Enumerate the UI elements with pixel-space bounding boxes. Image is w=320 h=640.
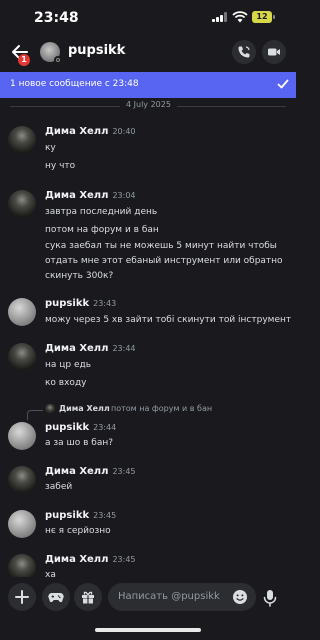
author-name[interactable]: pupsikk <box>45 422 89 433</box>
message-text: скинуть 300к? <box>45 271 114 281</box>
reply-connector <box>27 410 43 420</box>
emoji-icon[interactable] <box>232 589 248 605</box>
battery-indicator: 12 <box>252 11 275 23</box>
message-time: 20:40 <box>112 127 136 136</box>
message-text: сука заебал ты не можешь 5 минут найти ч… <box>45 241 277 251</box>
input-placeholder: Написать @pupsikk <box>118 591 220 602</box>
signal-icon <box>212 12 228 22</box>
message-time: 23:45 <box>112 467 136 476</box>
check-icon[interactable] <box>276 77 290 91</box>
message-composer: Написать @pupsikk <box>0 577 296 640</box>
author-name[interactable]: pupsikk <box>45 510 89 521</box>
message-time: 23:43 <box>93 299 117 308</box>
banner-text: 1 новое сообщение с 23:48 <box>10 79 139 89</box>
reply-author: Дима Хелл <box>59 404 110 413</box>
message-author[interactable]: Дима Хелл 23:44 <box>45 343 136 354</box>
message-time: 23:04 <box>112 191 136 200</box>
message-author[interactable]: pupsikk 23:45 <box>45 510 116 521</box>
plus-icon <box>15 590 29 604</box>
chat-header: 1 pupsikk › <box>0 36 296 72</box>
message-text: завтра последний день <box>45 207 158 217</box>
new-messages-banner[interactable]: 1 новое сообщение с 23:48 <box>0 72 296 98</box>
video-icon <box>268 48 280 56</box>
avatar[interactable] <box>8 466 36 494</box>
status-indicator <box>54 56 62 64</box>
status-bar: 23:48 12 <box>0 0 296 36</box>
message-author[interactable]: Дима Хелл 23:04 <box>45 190 136 201</box>
message-text: можу через 5 хв зайти тобі скинути той і… <box>45 315 292 325</box>
message-author[interactable]: Дима Хелл 23:45 <box>45 554 136 565</box>
reply-text: потом на форум и в бан <box>111 404 213 413</box>
message-text: отдать мне этот ебаный инструмент или об… <box>45 256 283 266</box>
video-call-button[interactable] <box>262 40 286 64</box>
activities-button[interactable] <box>42 583 70 611</box>
author-name[interactable]: Дима Хелл <box>45 466 108 477</box>
phone-icon <box>238 46 250 58</box>
avatar[interactable] <box>8 510 36 538</box>
message-author[interactable]: pupsikk 23:44 <box>45 422 116 433</box>
avatar[interactable] <box>8 298 36 326</box>
author-name[interactable]: pupsikk <box>45 298 89 309</box>
message-text: нє я серйозно <box>45 526 111 536</box>
gift-icon <box>82 591 94 604</box>
message-input[interactable]: Написать @pupsikk <box>108 583 256 611</box>
clock: 23:48 <box>34 10 79 26</box>
gift-button[interactable] <box>74 583 102 611</box>
unread-badge: 1 <box>18 54 30 66</box>
message-author[interactable]: Дима Хелл 20:40 <box>45 126 136 137</box>
reply-reference[interactable]: Дима Хелл потом на форум и в бан <box>27 404 285 420</box>
avatar[interactable] <box>8 126 36 154</box>
mic-icon[interactable] <box>262 589 278 607</box>
message-text: ко входу <box>45 378 87 388</box>
avatar[interactable] <box>8 343 36 371</box>
message-time: 23:45 <box>112 555 136 564</box>
message-time: 23:44 <box>93 423 117 432</box>
add-attachment-button[interactable] <box>8 583 36 611</box>
date-divider: 4 July 2025 <box>120 100 177 109</box>
message-text: забей <box>45 482 73 492</box>
author-name[interactable]: Дима Хелл <box>45 126 108 137</box>
message-text: на цр едь <box>45 360 92 370</box>
message-author[interactable]: Дима Хелл 23:45 <box>45 466 136 477</box>
avatar <box>45 404 55 414</box>
message-text: а за шо в бан? <box>45 438 114 448</box>
wifi-icon <box>232 11 248 23</box>
message-text: ку <box>45 143 56 153</box>
author-name[interactable]: Дима Хелл <box>45 190 108 201</box>
message-text: ну что <box>45 161 76 171</box>
author-name[interactable]: Дима Хелл <box>45 343 108 354</box>
battery-level: 12 <box>256 12 268 21</box>
avatar[interactable] <box>8 422 36 450</box>
avatar[interactable] <box>8 190 36 218</box>
gamepad-icon <box>48 592 64 603</box>
message-time: 23:45 <box>93 511 117 520</box>
chevron-right-icon[interactable]: › <box>116 44 121 58</box>
message-author[interactable]: pupsikk 23:43 <box>45 298 116 309</box>
author-name[interactable]: Дима Хелл <box>45 554 108 565</box>
home-indicator <box>95 628 201 632</box>
call-button[interactable] <box>232 40 256 64</box>
message-text: потом на форум и в бан <box>45 225 159 235</box>
message-time: 23:44 <box>112 344 136 353</box>
